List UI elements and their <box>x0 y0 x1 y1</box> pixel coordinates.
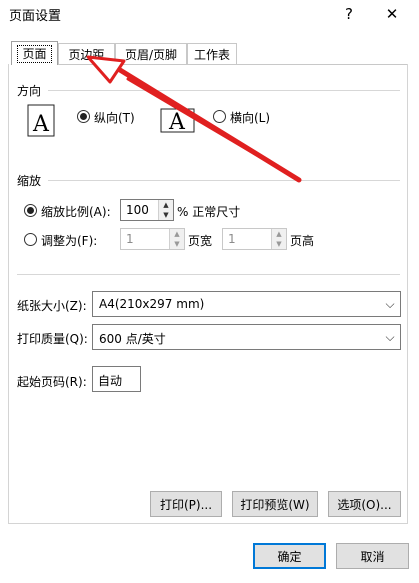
tab-sheet-label: 工作表 <box>193 47 230 62</box>
close-button[interactable]: ✕ <box>378 2 406 26</box>
help-button[interactable]: ? <box>335 2 363 26</box>
landscape-label[interactable]: 横向(L) <box>230 109 270 126</box>
scale-percent-spinner[interactable]: 100 ▲ ▼ <box>120 199 174 221</box>
tab-margins[interactable]: 页边距 <box>58 43 115 64</box>
paper-size-value: A4(210x297 mm) <box>99 297 205 311</box>
spin-up-icon[interactable]: ▲ <box>272 229 286 239</box>
fit-to-label[interactable]: 调整为(F): <box>41 232 97 249</box>
fit-to-radio[interactable] <box>24 233 37 246</box>
tab-header-footer-label: 页眉/页脚 <box>124 47 178 62</box>
ok-button[interactable]: 确定 <box>253 543 326 569</box>
print-quality-value: 600 点/英寸 <box>99 332 166 346</box>
print-button[interactable]: 打印(P)... <box>150 491 222 517</box>
spin-up-icon[interactable]: ▲ <box>170 229 184 239</box>
spin-down-icon[interactable]: ▼ <box>272 239 286 249</box>
landscape-radio[interactable] <box>213 110 226 123</box>
orientation-divider <box>48 90 400 91</box>
orientation-group-label: 方向 <box>17 84 42 98</box>
cancel-button[interactable]: 取消 <box>336 543 409 569</box>
dialog-title: 页面设置 <box>9 9 62 24</box>
scaling-group-label: 缩放 <box>17 174 42 188</box>
spin-down-icon[interactable]: ▼ <box>170 239 184 249</box>
fit-tall-spinner[interactable]: 1 ▲ ▼ <box>222 228 287 250</box>
tab-page[interactable]: 页面 <box>11 41 58 65</box>
tab-header-footer[interactable]: 页眉/页脚 <box>115 43 187 64</box>
fit-wide-value: 1 <box>126 232 134 246</box>
spin-up-icon[interactable]: ▲ <box>159 200 173 210</box>
paper-size-label: 纸张大小(Z): <box>17 299 87 313</box>
print-preview-button[interactable]: 打印预览(W) <box>232 491 318 517</box>
section-divider <box>17 274 400 275</box>
adjust-to-label[interactable]: 缩放比例(A): <box>41 203 111 220</box>
tab-page-label: 页面 <box>17 44 52 63</box>
fit-wide-spinner[interactable]: 1 ▲ ▼ <box>120 228 185 250</box>
scaling-divider <box>48 180 400 181</box>
options-button[interactable]: 选项(O)... <box>328 491 401 517</box>
fit-wide-label: 页宽 <box>188 234 213 248</box>
svg-text:A: A <box>32 112 50 137</box>
portrait-radio[interactable] <box>77 110 90 123</box>
scale-percent-suffix: % 正常尺寸 <box>177 205 241 219</box>
fit-tall-value: 1 <box>228 232 236 246</box>
scale-percent-value: 100 <box>126 203 149 217</box>
tab-sheet[interactable]: 工作表 <box>187 43 237 64</box>
first-page-input[interactable]: 自动 <box>92 366 141 392</box>
adjust-to-radio[interactable] <box>24 204 37 217</box>
fit-tall-label: 页高 <box>290 234 315 248</box>
first-page-label: 起始页码(R): <box>17 375 87 389</box>
tab-margins-label: 页边距 <box>68 47 105 62</box>
chevron-down-icon[interactable]: ⌵ <box>380 292 400 316</box>
paper-size-select[interactable]: A4(210x297 mm) ⌵ <box>92 291 401 317</box>
spin-down-icon[interactable]: ▼ <box>159 210 173 220</box>
chevron-down-icon[interactable]: ⌵ <box>380 325 400 349</box>
portrait-label[interactable]: 纵向(T) <box>94 109 135 126</box>
print-quality-label: 打印质量(Q): <box>17 332 88 346</box>
landscape-page-icon: A <box>160 108 195 134</box>
svg-text:A: A <box>168 110 186 134</box>
first-page-value: 自动 <box>98 374 123 388</box>
portrait-page-icon: A <box>27 104 55 137</box>
print-quality-select[interactable]: 600 点/英寸 ⌵ <box>92 324 401 350</box>
